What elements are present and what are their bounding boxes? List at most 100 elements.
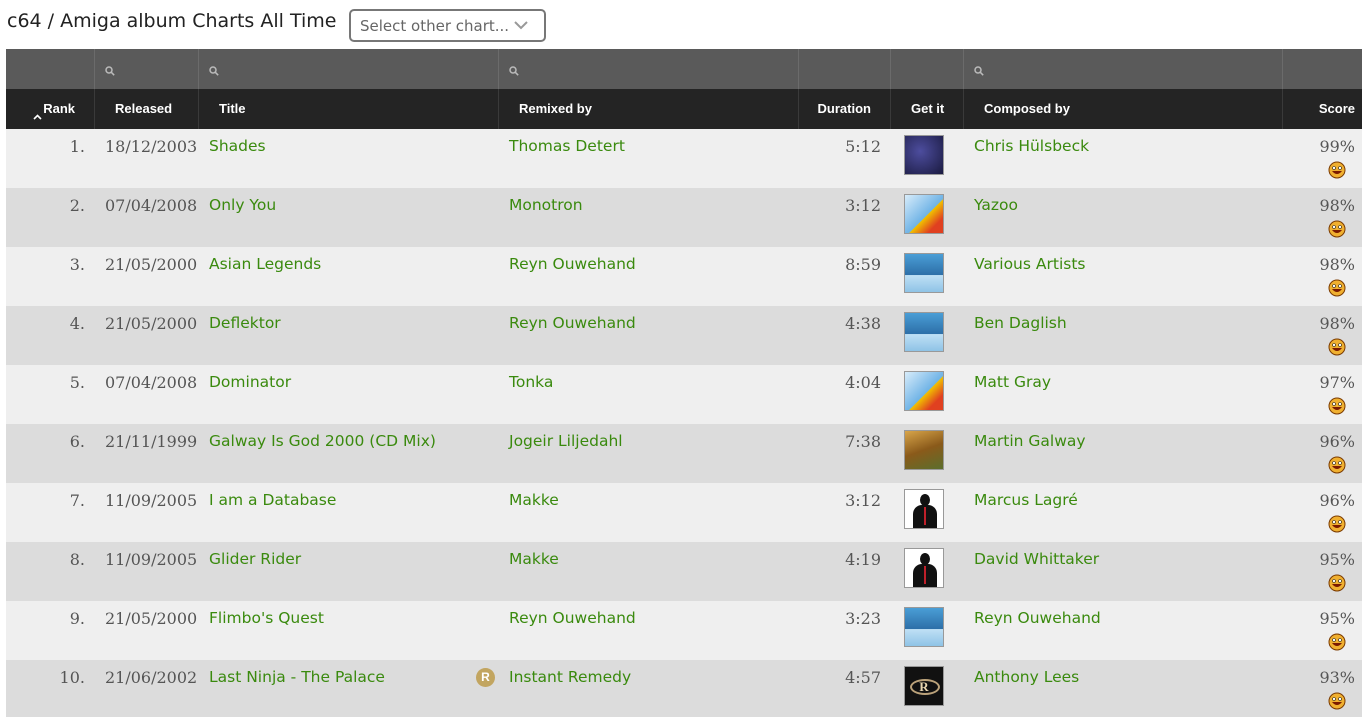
- title-link[interactable]: Shades: [209, 137, 266, 155]
- title-cell: Dominator: [199, 365, 499, 424]
- composer-link[interactable]: Anthony Lees: [974, 668, 1079, 686]
- score-cell: 98%: [1283, 188, 1362, 247]
- duration-value: 3:23: [845, 609, 881, 628]
- table-row: 6. 21/11/1999 Galway Is God 2000 (CD Mix) J…: [6, 424, 1362, 483]
- filter-title-input[interactable]: [199, 49, 499, 89]
- rank-cell: 5.: [6, 365, 95, 424]
- title-link[interactable]: Deflektor: [209, 314, 281, 332]
- remixer-link[interactable]: Reyn Ouwehand: [509, 255, 636, 273]
- filter-remixed-by-input[interactable]: [499, 49, 799, 89]
- get-it-cell: [891, 188, 964, 247]
- album-cover-person-icon[interactable]: [904, 489, 944, 529]
- remixed-by-cell: Reyn Ouwehand: [499, 601, 799, 660]
- remixer-link[interactable]: Makke: [509, 550, 559, 568]
- composed-by-cell: Chris Hülsbeck: [964, 129, 1283, 188]
- album-cover-blue-icon[interactable]: [904, 607, 944, 647]
- rank-value: 1.: [69, 137, 85, 156]
- remixed-by-cell: Makke: [499, 542, 799, 601]
- released-cell: 07/04/2008: [95, 365, 199, 424]
- released-cell: 21/11/1999: [95, 424, 199, 483]
- duration-cell: 3:12: [799, 188, 891, 247]
- score-value: 93%: [1319, 668, 1355, 687]
- duration-value: 7:38: [845, 432, 881, 451]
- score-value: 99%: [1319, 137, 1355, 156]
- chart-select-dropdown[interactable]: Select other chart...: [349, 9, 546, 42]
- smiley-face-icon: [1328, 397, 1346, 420]
- remixed-by-cell: Monotron: [499, 188, 799, 247]
- column-header-title[interactable]: Title: [199, 89, 499, 129]
- composer-link[interactable]: Various Artists: [974, 255, 1085, 273]
- composer-link[interactable]: Yazoo: [974, 196, 1018, 214]
- title-link[interactable]: Galway Is God 2000 (CD Mix): [209, 432, 436, 450]
- rank-cell: 6.: [6, 424, 95, 483]
- smiley-face-icon: [1328, 574, 1346, 597]
- composer-link[interactable]: Matt Gray: [974, 373, 1051, 391]
- chevron-down-icon: [514, 21, 528, 30]
- released-cell: 21/05/2000: [95, 306, 199, 365]
- remixer-link[interactable]: Reyn Ouwehand: [509, 314, 636, 332]
- remixer-link[interactable]: Reyn Ouwehand: [509, 609, 636, 627]
- composed-by-cell: Martin Galway: [964, 424, 1283, 483]
- released-cell: 07/04/2008: [95, 188, 199, 247]
- score-value: 97%: [1319, 373, 1355, 392]
- remixer-link[interactable]: Makke: [509, 491, 559, 509]
- search-icon: [105, 63, 115, 81]
- title-cell: Flimbo's Quest: [199, 601, 499, 660]
- header-row: Rank Released Title Remixed by Duration …: [6, 89, 1362, 129]
- smiley-face-icon: [1328, 515, 1346, 538]
- column-header-released[interactable]: Released: [95, 89, 199, 129]
- album-cover-galway-icon[interactable]: [904, 430, 944, 470]
- album-cover-blue-icon[interactable]: [904, 312, 944, 352]
- album-cover-stairs-icon[interactable]: [904, 371, 944, 411]
- composer-link[interactable]: Reyn Ouwehand: [974, 609, 1101, 627]
- duration-value: 8:59: [845, 255, 881, 274]
- title-link[interactable]: Asian Legends: [209, 255, 321, 273]
- column-header-label: Duration: [817, 101, 871, 116]
- title-link[interactable]: Only You: [209, 196, 276, 214]
- remixer-link[interactable]: Jogeir Liljedahl: [509, 432, 623, 450]
- column-header-rank[interactable]: Rank: [6, 89, 95, 129]
- composer-link[interactable]: Ben Daglish: [974, 314, 1067, 332]
- album-cover-blue-icon[interactable]: [904, 253, 944, 293]
- rank-cell: 10.: [6, 660, 95, 717]
- album-cover-person-icon[interactable]: [904, 548, 944, 588]
- composer-link[interactable]: Martin Galway: [974, 432, 1086, 450]
- title-cell: Shades: [199, 129, 499, 188]
- remixer-link[interactable]: Monotron: [509, 196, 583, 214]
- column-header-score[interactable]: Score: [1283, 89, 1362, 129]
- title-link[interactable]: Flimbo's Quest: [209, 609, 324, 627]
- album-cover-v2-icon[interactable]: [904, 135, 944, 175]
- composer-link[interactable]: David Whittaker: [974, 550, 1099, 568]
- album-cover-stairs-icon[interactable]: [904, 194, 944, 234]
- released-date: 21/05/2000: [105, 609, 198, 628]
- rank-value: 6.: [69, 432, 85, 451]
- filter-composed-by-input[interactable]: [964, 49, 1283, 89]
- smiley-face-icon: [1328, 633, 1346, 656]
- released-date: 21/11/1999: [105, 432, 198, 451]
- filter-cell-score: [1283, 49, 1362, 89]
- composer-link[interactable]: Marcus Lagré: [974, 491, 1078, 509]
- remixer-link[interactable]: Instant Remedy: [509, 668, 631, 686]
- composed-by-cell: Ben Daglish: [964, 306, 1283, 365]
- remixer-link[interactable]: Thomas Detert: [509, 137, 625, 155]
- title-link[interactable]: I am a Database: [209, 491, 336, 509]
- remixer-link[interactable]: Tonka: [509, 373, 553, 391]
- title-link[interactable]: Dominator: [209, 373, 291, 391]
- rank-value: 9.: [69, 609, 85, 628]
- column-header-get-it[interactable]: Get it: [891, 89, 964, 129]
- title-link[interactable]: Glider Rider: [209, 550, 301, 568]
- filter-released-input[interactable]: [95, 49, 199, 89]
- column-header-composed-by[interactable]: Composed by: [964, 89, 1283, 129]
- column-header-label: Get it: [911, 101, 945, 116]
- rank-cell: 8.: [6, 542, 95, 601]
- score-value: 95%: [1319, 550, 1355, 569]
- column-header-duration[interactable]: Duration: [799, 89, 891, 129]
- table-row: 7. 11/09/2005 I am a Database Makke 3:12 Marc…: [6, 483, 1362, 542]
- title-cell: Last Ninja - The Palace R: [199, 660, 499, 717]
- remix-badge-icon[interactable]: R: [476, 668, 495, 687]
- column-header-remixed-by[interactable]: Remixed by: [499, 89, 799, 129]
- composer-link[interactable]: Chris Hülsbeck: [974, 137, 1089, 155]
- title-link[interactable]: Last Ninja - The Palace: [209, 668, 385, 686]
- album-cover-remedy-icon[interactable]: R: [904, 666, 944, 706]
- get-it-cell: [891, 365, 964, 424]
